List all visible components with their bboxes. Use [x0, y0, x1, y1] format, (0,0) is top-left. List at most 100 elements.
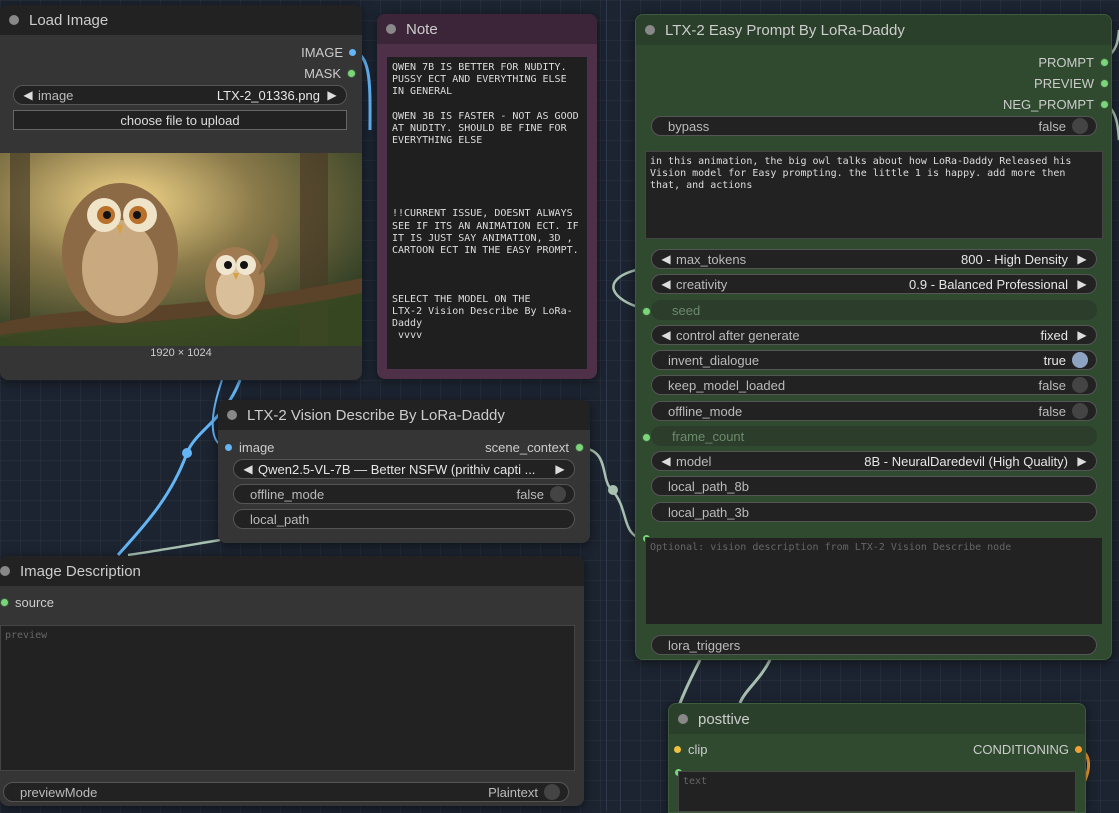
keep-model-loaded-toggle[interactable]: keep_model_loaded false	[651, 375, 1097, 395]
input-port-frame-count-icon[interactable]	[642, 433, 651, 442]
widget-label: frame_count	[672, 428, 745, 444]
text-textarea[interactable]: text	[678, 771, 1076, 812]
widget-value: 0.9 - Balanced Professional	[909, 276, 1068, 292]
port-dot-icon[interactable]	[349, 48, 356, 56]
image-combo[interactable]: ◀ image LTX-2_01336.png ▶	[13, 85, 347, 105]
node-title-bar[interactable]: Note	[377, 14, 597, 44]
widget-label: bypass	[668, 118, 710, 134]
port-dot-icon[interactable]	[1100, 99, 1109, 109]
toggle-off-icon[interactable]	[1072, 377, 1088, 393]
port-label: PREVIEW	[1034, 75, 1094, 91]
arrow-left-icon[interactable]: ◀	[660, 328, 672, 342]
collapse-dot-icon[interactable]	[645, 25, 655, 35]
local-path-input[interactable]: local_path	[233, 509, 575, 529]
frame-count-input[interactable]: frame_count	[651, 426, 1097, 446]
lora-triggers-input[interactable]: lora_triggers	[651, 635, 1097, 655]
note-text[interactable]: QWEN 7B IS BETTER FOR NUDITY. PUSSY ECT …	[387, 57, 587, 369]
output-port-neg-prompt[interactable]: NEG_PROMPT	[1003, 94, 1109, 114]
arrow-right-icon[interactable]: ▶	[1076, 252, 1088, 266]
seed-input[interactable]: seed	[651, 300, 1097, 320]
widget-label: keep_model_loaded	[668, 377, 786, 393]
port-label: scene_context	[485, 439, 569, 455]
node-title: posttive	[698, 710, 750, 728]
easy-prompt-node[interactable]: LTX-2 Easy Prompt By LoRa-Daddy PROMPT P…	[635, 14, 1112, 660]
prompt-textarea[interactable]: in this animation, the big owl talks abo…	[645, 151, 1103, 239]
collapse-dot-icon[interactable]	[678, 714, 688, 724]
max-tokens-combo[interactable]: ◀ max_tokens 800 - High Density ▶	[651, 249, 1097, 269]
collapse-dot-icon[interactable]	[227, 410, 237, 420]
arrow-right-icon[interactable]: ▶	[1076, 454, 1088, 468]
node-title-bar[interactable]: LTX-2 Vision Describe By LoRa-Daddy	[218, 400, 590, 430]
input-port-clip[interactable]: clip	[674, 739, 708, 759]
output-port-prompt[interactable]: PROMPT	[1038, 52, 1109, 72]
node-title-bar[interactable]: LTX-2 Easy Prompt By LoRa-Daddy	[636, 15, 1111, 45]
port-dot-icon[interactable]	[1100, 78, 1109, 88]
collapse-dot-icon[interactable]	[0, 566, 10, 576]
preview-textarea[interactable]: preview	[0, 625, 575, 771]
port-label: PROMPT	[1038, 54, 1094, 70]
port-dot-icon[interactable]	[225, 443, 232, 451]
preview-mode-toggle[interactable]: previewMode Plaintext	[3, 782, 569, 802]
input-port-image[interactable]: image	[225, 437, 274, 457]
node-title: Note	[406, 20, 438, 38]
arrow-left-icon[interactable]: ◀	[660, 252, 672, 266]
load-image-node[interactable]: Load Image IMAGE MASK ◀ image LTX-2_0133…	[0, 5, 362, 380]
node-title-bar[interactable]: posttive	[669, 704, 1085, 734]
port-dot-icon[interactable]	[674, 745, 681, 753]
arrow-right-icon[interactable]: ▶	[1076, 277, 1088, 291]
arrow-left-icon[interactable]: ◀	[660, 277, 672, 291]
input-port-source[interactable]: source	[0, 592, 54, 612]
arrow-right-icon[interactable]: ▶	[554, 462, 566, 476]
offline-mode-toggle[interactable]: offline_mode false	[651, 401, 1097, 421]
model-combo[interactable]: ◀ Qwen2.5-VL-7B — Better NSFW (prithiv c…	[233, 459, 575, 479]
note-node[interactable]: Note QWEN 7B IS BETTER FOR NUDITY. PUSSY…	[377, 14, 597, 379]
control-after-generate-combo[interactable]: ◀ control after generate fixed ▶	[651, 325, 1097, 345]
port-label: CONDITIONING	[972, 741, 1069, 757]
toggle-off-icon[interactable]	[1072, 403, 1088, 419]
toggle-off-icon[interactable]	[1072, 118, 1088, 134]
toggle-on-icon[interactable]	[1072, 352, 1088, 368]
node-title: Image Description	[20, 562, 141, 580]
local-path-8b-input[interactable]: local_path_8b	[651, 476, 1097, 496]
collapse-dot-icon[interactable]	[9, 15, 19, 25]
node-title: LTX-2 Easy Prompt By LoRa-Daddy	[665, 21, 905, 39]
output-port-mask[interactable]: MASK	[304, 63, 356, 83]
vision-describe-node[interactable]: LTX-2 Vision Describe By LoRa-Daddy imag…	[218, 400, 590, 543]
invent-dialogue-toggle[interactable]: invent_dialogue true	[651, 350, 1097, 370]
port-dot-icon[interactable]	[1075, 745, 1082, 753]
offline-mode-toggle[interactable]: offline_mode false	[233, 484, 575, 504]
output-port-preview[interactable]: PREVIEW	[1034, 73, 1109, 93]
arrow-right-icon[interactable]: ▶	[326, 88, 338, 102]
widget-label: max_tokens	[676, 251, 747, 267]
positive-prompt-node[interactable]: posttive clip CONDITIONING text	[668, 703, 1086, 813]
vision-description-textarea[interactable]: Optional: vision description from LTX-2 …	[645, 537, 1103, 625]
node-title-bar[interactable]: Image Description	[0, 556, 584, 586]
widget-label: local_path_3b	[668, 504, 749, 520]
arrow-left-icon[interactable]: ◀	[242, 462, 254, 476]
port-dot-icon[interactable]	[347, 68, 356, 78]
image-description-node[interactable]: Image Description source preview preview…	[0, 556, 584, 806]
local-path-3b-input[interactable]: local_path_3b	[651, 502, 1097, 522]
output-port-scene-context[interactable]: scene_context	[485, 437, 584, 457]
node-title-bar[interactable]: Load Image	[0, 5, 362, 35]
arrow-left-icon[interactable]: ◀	[22, 88, 34, 102]
output-port-conditioning[interactable]: CONDITIONING	[973, 739, 1082, 759]
widget-value: true	[1043, 352, 1066, 368]
toggle-off-icon[interactable]	[550, 486, 566, 502]
port-dot-icon[interactable]	[1100, 57, 1109, 67]
model-combo[interactable]: ◀ model 8B - NeuralDaredevil (High Quali…	[651, 451, 1097, 471]
widget-label: model	[676, 453, 712, 469]
widget-label: local_path_8b	[668, 478, 749, 494]
creativity-combo[interactable]: ◀ creativity 0.9 - Balanced Professional…	[651, 274, 1097, 294]
bypass-toggle[interactable]: bypass false	[651, 116, 1097, 136]
port-dot-icon[interactable]	[575, 442, 584, 452]
upload-button[interactable]: choose file to upload	[13, 110, 347, 130]
arrow-right-icon[interactable]: ▶	[1076, 328, 1088, 342]
input-port-seed-icon[interactable]	[642, 307, 651, 316]
toggle-off-icon[interactable]	[544, 784, 560, 800]
port-dot-icon[interactable]	[0, 597, 9, 607]
arrow-left-icon[interactable]: ◀	[660, 454, 672, 468]
widget-value: 800 - High Density	[961, 251, 1068, 267]
output-port-image[interactable]: IMAGE	[301, 42, 356, 62]
collapse-dot-icon[interactable]	[386, 24, 396, 34]
